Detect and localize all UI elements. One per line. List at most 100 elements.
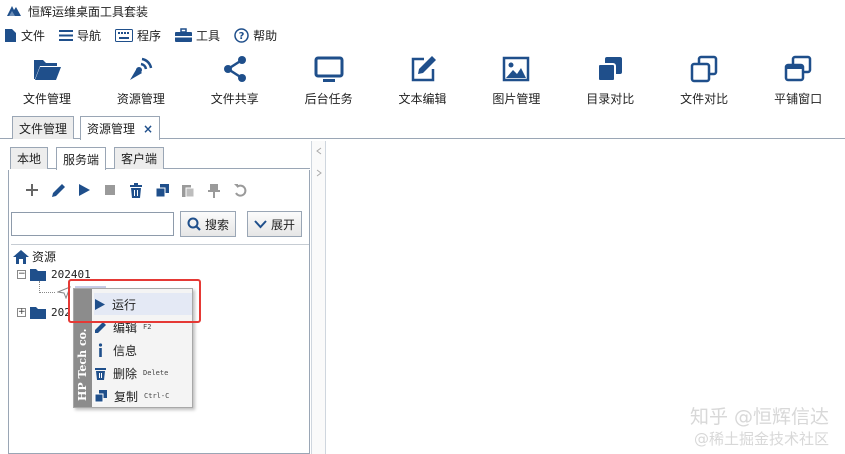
menu-file-label: 文件: [21, 28, 46, 43]
folder-icon: [30, 269, 46, 281]
menu-copy[interactable]: 复制 Ctrl-C: [94, 385, 192, 407]
undo-icon: [233, 183, 246, 197]
folder-icon: [30, 307, 46, 319]
window-title: 恒辉运维桌面工具套装: [28, 4, 149, 19]
tool-resource-manager[interactable]: 资源管理: [94, 48, 188, 112]
stop-button[interactable]: [97, 178, 123, 202]
keyboard-icon: [115, 28, 134, 42]
menu-info-label: 信息: [113, 343, 138, 358]
menu-info[interactable]: 信息: [94, 339, 192, 361]
expand-button-label: 展开: [271, 217, 296, 232]
menu-help-label: 帮助: [253, 28, 278, 43]
expand-button[interactable]: 展开: [247, 211, 303, 237]
tool-tile-windows-label: 平铺窗口: [774, 92, 823, 106]
menu-delete-label: 删除: [113, 366, 138, 381]
tab-close-icon[interactable]: ×: [143, 122, 153, 136]
menu-navigate[interactable]: 导航: [59, 23, 101, 47]
location-tab-bar: 本地 服务端 客户端: [10, 145, 310, 170]
tool-file-compare-label: 文件对比: [680, 92, 729, 106]
tab-resource-manager[interactable]: 资源管理 ×: [80, 116, 161, 140]
tab-resource-manager-label: 资源管理: [87, 122, 136, 136]
tree-node-202[interactable]: + 202: [17, 306, 71, 319]
tool-file-manager-label: 文件管理: [22, 92, 71, 106]
search-button-label: 搜索: [205, 217, 230, 232]
home-icon: [13, 249, 29, 264]
tool-file-share[interactable]: 文件共享: [188, 48, 282, 112]
list-icon: [59, 29, 74, 41]
title-bar: 恒辉运维桌面工具套装: [0, 0, 845, 22]
copy-button[interactable]: [149, 178, 175, 202]
delete-button[interactable]: [123, 178, 149, 202]
tree-root-label: 资源: [32, 250, 57, 264]
collapse-left-icon[interactable]: [315, 147, 323, 155]
run-button[interactable]: [71, 178, 97, 202]
tab-local[interactable]: 本地: [10, 147, 49, 169]
edit-button[interactable]: [45, 178, 71, 202]
plus-icon: [26, 184, 38, 196]
paste-button[interactable]: [175, 178, 201, 202]
windows-icon: [784, 55, 812, 82]
tree-connector: [39, 281, 55, 293]
panel-splitter[interactable]: [312, 141, 326, 454]
tool-file-manager[interactable]: 文件管理: [0, 48, 94, 112]
tool-image-manager-label: 图片管理: [492, 92, 541, 106]
tool-dir-compare-label: 目录对比: [586, 92, 635, 106]
menu-edit-shortcut: F2: [143, 323, 152, 331]
pin-button[interactable]: [201, 178, 227, 202]
tab-client[interactable]: 客户端: [114, 147, 165, 169]
share-icon: [223, 56, 246, 82]
copy-filled-icon: [597, 57, 623, 82]
stop-icon: [105, 185, 115, 195]
menu-program-label: 程序: [137, 28, 162, 43]
resource-toolbar: [19, 178, 253, 202]
menu-delete-shortcut: Delete: [143, 369, 169, 377]
play-icon: [78, 184, 90, 196]
info-icon: [98, 343, 103, 357]
tool-background-tasks[interactable]: 后台任务: [282, 48, 376, 112]
add-button[interactable]: [19, 178, 45, 202]
menu-file[interactable]: 文件: [4, 23, 45, 47]
tool-tile-windows[interactable]: 平铺窗口: [751, 48, 845, 112]
svg-text:?: ?: [239, 31, 245, 42]
collapse-icon[interactable]: −: [17, 270, 26, 279]
image-icon: [503, 56, 530, 82]
expand-right-icon[interactable]: [315, 169, 323, 177]
tab-client-label: 客户端: [121, 152, 158, 166]
tab-server[interactable]: 服务端: [56, 147, 107, 170]
toolbox-icon: [175, 28, 193, 42]
tool-text-editor[interactable]: 文本编辑: [376, 48, 470, 112]
menu-navigate-label: 导航: [77, 28, 102, 43]
menu-tools-label: 工具: [196, 28, 221, 43]
search-icon: [187, 217, 201, 231]
search-input[interactable]: [11, 212, 174, 236]
tool-resource-manager-label: 资源管理: [116, 92, 165, 106]
search-button[interactable]: 搜索: [180, 211, 237, 237]
pencil-icon: [51, 183, 65, 197]
copy-icon: [155, 183, 169, 197]
tool-file-compare[interactable]: 文件对比: [657, 48, 751, 112]
chevron-down-icon: [254, 219, 267, 228]
main-toolbar: 文件管理 资源管理 文件共享 后台任务 文本编辑 图片管理 目录对比 文件对比 …: [0, 48, 845, 112]
help-icon: ?: [234, 27, 249, 43]
clipboard-icon: [182, 184, 195, 197]
tree-root[interactable]: 资源: [13, 248, 56, 265]
tool-image-manager[interactable]: 图片管理: [469, 48, 563, 112]
watermark-zhihu: 知乎 @恒辉信达: [689, 406, 829, 428]
refresh-button[interactable]: [227, 178, 253, 202]
tool-text-editor-label: 文本编辑: [398, 92, 447, 106]
tool-dir-compare[interactable]: 目录对比: [563, 48, 657, 112]
watermark-juejin: @稀土掘金技术社区: [693, 430, 829, 448]
menu-copy-shortcut: Ctrl-C: [144, 392, 170, 400]
expand-icon[interactable]: +: [17, 308, 26, 317]
file-icon: [5, 28, 16, 42]
menu-program[interactable]: 程序: [115, 23, 161, 47]
tab-file-manager[interactable]: 文件管理: [12, 116, 75, 139]
folder-open-icon: [33, 60, 61, 80]
menu-copy-label: 复制: [114, 389, 139, 404]
trash-icon: [95, 368, 106, 380]
menu-help[interactable]: ? 帮助: [234, 23, 277, 47]
pin-icon: [208, 183, 220, 198]
trash-icon: [130, 182, 142, 198]
menu-tools[interactable]: 工具: [175, 23, 220, 47]
menu-delete[interactable]: 删除 Delete: [94, 362, 192, 384]
